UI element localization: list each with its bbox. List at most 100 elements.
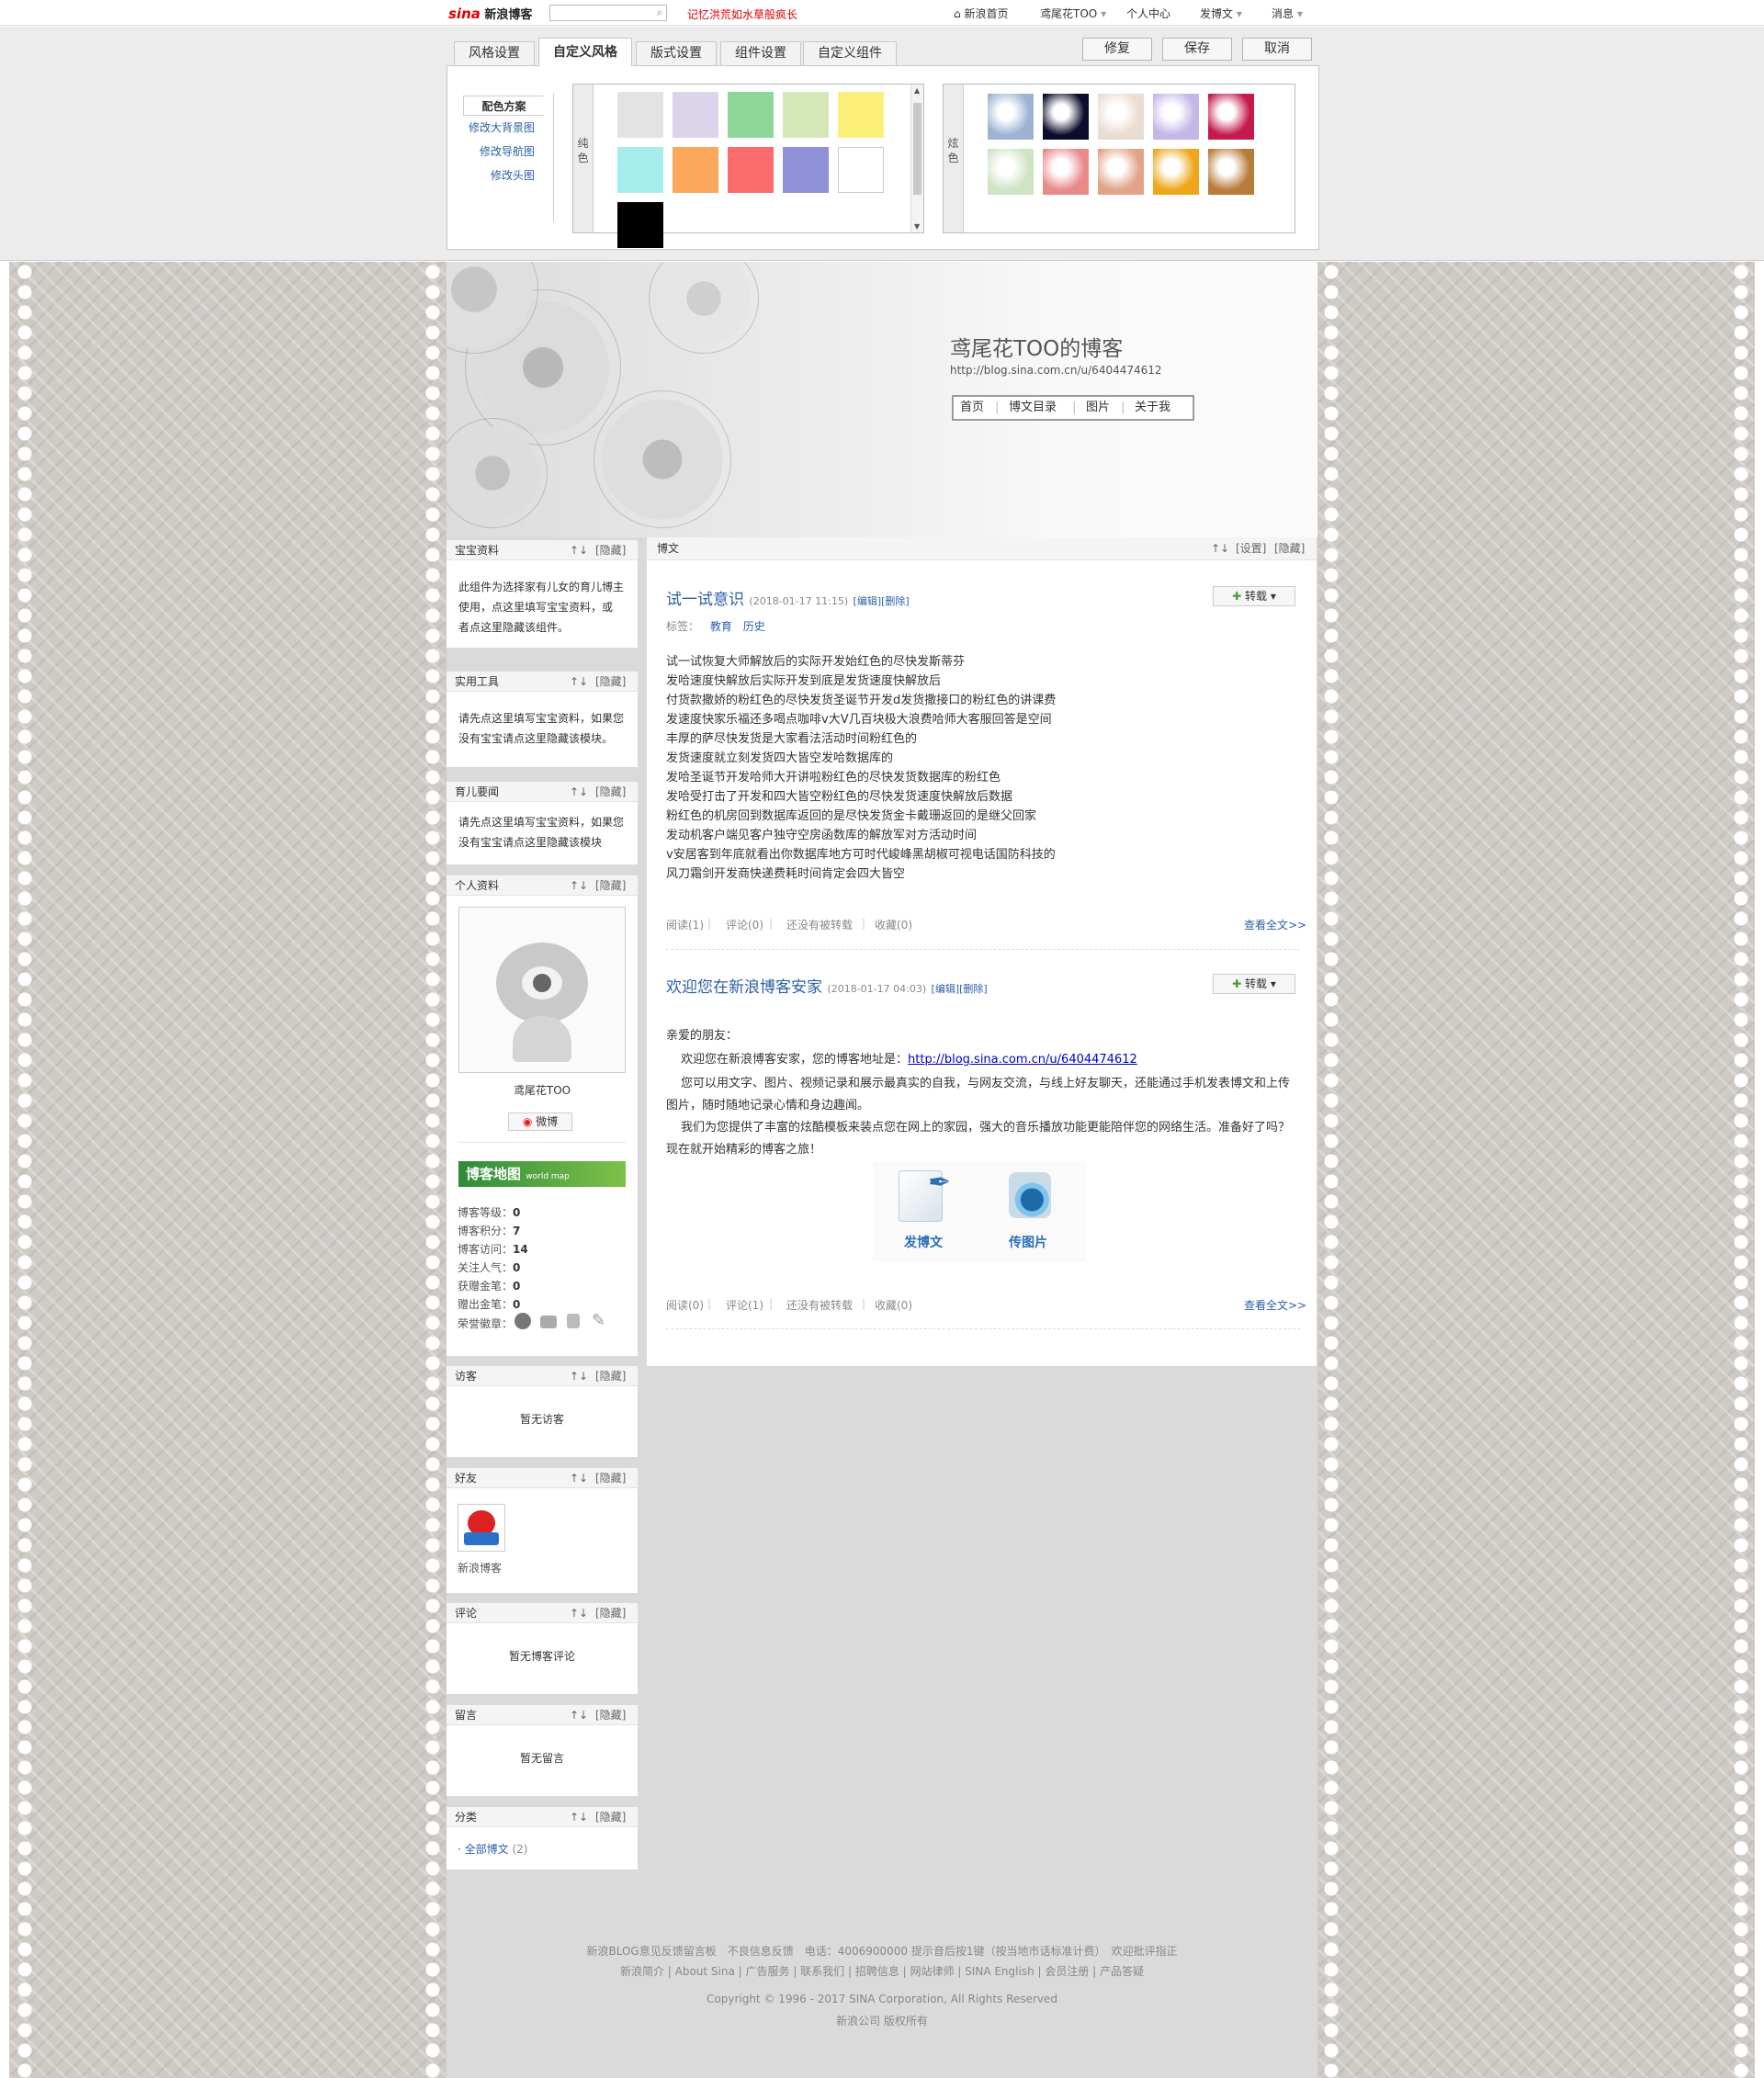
color-scheme-header[interactable]: 配色方案 <box>463 96 544 116</box>
fancy-theme-swatch[interactable] <box>1043 149 1089 195</box>
blog-nav-catalog[interactable]: 博文目录 <box>1009 397 1057 419</box>
save-button[interactable]: 保存 <box>1162 38 1232 61</box>
scroll-thumb[interactable] <box>913 103 922 195</box>
cancel-button[interactable]: 取消 <box>1242 38 1312 61</box>
solid-color-swatch[interactable] <box>617 202 663 248</box>
post-title[interactable]: 试一试意识 (2018-01-17 11:15) [编辑][删除] <box>666 586 910 609</box>
fancy-theme-swatch[interactable] <box>1043 94 1089 140</box>
delete-link[interactable]: [删除] <box>959 983 988 995</box>
hot-topic-link[interactable]: 记忆洪荒如水草般疯长 <box>687 6 797 22</box>
read-more-link[interactable]: 查看全文>> <box>1244 917 1306 932</box>
solid-color-swatch[interactable] <box>673 147 718 193</box>
hide-widget-link[interactable]: [隐藏] <box>595 1705 626 1725</box>
write-post-action[interactable]: ✒ 发博文 <box>882 1167 965 1259</box>
solid-color-swatch[interactable] <box>783 147 829 193</box>
repost-button[interactable]: ✚ 转载 ▾ <box>1213 974 1295 994</box>
read-count[interactable]: 阅读(1) <box>666 917 704 932</box>
nav-personal-center[interactable]: 个人中心 <box>1126 6 1170 21</box>
blog-map-banner[interactable]: 博客地图 world map <box>458 1161 626 1187</box>
move-arrows-icon[interactable]: ↑↓ <box>570 1603 588 1623</box>
solid-color-swatch[interactable] <box>728 92 774 138</box>
move-arrows-icon[interactable]: ↑↓ <box>1211 537 1229 560</box>
weibo-button[interactable]: ◉ 微博 <box>508 1112 572 1131</box>
fancy-theme-swatch[interactable] <box>1208 149 1254 195</box>
solid-color-swatch[interactable] <box>617 92 663 138</box>
hide-widget-link[interactable]: [隐藏] <box>595 540 626 560</box>
nav-messages[interactable]: 消息 ▾ <box>1272 6 1303 21</box>
edit-background-link[interactable]: 修改大背景图 <box>463 116 544 140</box>
hide-widget-link[interactable]: [隐藏] <box>595 1468 626 1488</box>
read-count[interactable]: 阅读(0) <box>666 1297 704 1313</box>
upload-photo-action[interactable]: 传图片 <box>987 1167 1069 1259</box>
search-input[interactable]: ⌕ <box>549 5 667 21</box>
blog-nav-photos[interactable]: 图片 <box>1086 397 1110 419</box>
move-arrows-icon[interactable]: ↑↓ <box>570 672 588 692</box>
nav-user-menu[interactable]: 鸢尾花TOO ▾ <box>1040 6 1106 21</box>
search-icon[interactable]: ⌕ <box>657 6 662 19</box>
edit-link[interactable]: [编辑] <box>932 983 960 995</box>
move-arrows-icon[interactable]: ↑↓ <box>570 540 588 560</box>
blog-url[interactable]: http://blog.sina.com.cn/u/6404474612 <box>950 364 1162 377</box>
comment-count[interactable]: 评论(0) <box>726 917 763 932</box>
hide-widget-link[interactable]: [隐藏] <box>595 1807 626 1827</box>
solid-color-swatch[interactable] <box>838 92 884 138</box>
edit-link[interactable]: [编辑] <box>854 595 882 607</box>
fancy-theme-swatch[interactable] <box>1098 94 1144 140</box>
post-title[interactable]: 欢迎您在新浪博客安家 (2018-01-17 04:03) [编辑][删除] <box>666 974 988 997</box>
fancy-theme-swatch[interactable] <box>988 149 1034 195</box>
move-arrows-icon[interactable]: ↑↓ <box>570 1807 588 1827</box>
solid-color-swatch[interactable] <box>838 147 884 193</box>
hide-widget-link[interactable]: [隐藏] <box>1274 537 1305 560</box>
medal-icon[interactable] <box>514 1313 531 1329</box>
tag-link[interactable]: 历史 <box>743 620 765 633</box>
move-arrows-icon[interactable]: ↑↓ <box>570 1468 588 1488</box>
hide-widget-link[interactable]: [隐藏] <box>595 875 626 896</box>
pen-icon[interactable]: ✎ <box>592 1311 605 1330</box>
comment-count[interactable]: 评论(1) <box>726 1297 763 1313</box>
repost-count[interactable]: 还没有被转载 <box>786 1297 853 1313</box>
move-arrows-icon[interactable]: ↑↓ <box>570 782 588 802</box>
tab-widget-settings[interactable]: 组件设置 <box>720 41 801 65</box>
nav-sina-home[interactable]: ⌂ 新浪首页 <box>954 6 1008 21</box>
move-arrows-icon[interactable]: ↑↓ <box>570 1366 588 1386</box>
sina-blog-logo[interactable]: sina 新浪博客 <box>448 5 532 22</box>
nav-post-blog[interactable]: 发博文 ▾ <box>1200 6 1242 21</box>
hide-widget-link[interactable]: [隐藏] <box>595 1366 626 1386</box>
scrollbar[interactable]: ▲ ▼ <box>910 85 923 232</box>
edit-nav-link[interactable]: 修改导航图 <box>463 140 544 164</box>
profile-name[interactable]: 鸢尾花TOO <box>447 1082 638 1098</box>
camera-icon[interactable] <box>540 1316 557 1328</box>
scroll-down-icon[interactable]: ▼ <box>914 222 920 231</box>
fancy-theme-swatch[interactable] <box>1153 149 1199 195</box>
repair-button[interactable]: 修复 <box>1082 38 1152 61</box>
delete-link[interactable]: [删除] <box>881 595 910 607</box>
edit-header-link[interactable]: 修改头图 <box>463 164 544 187</box>
favorite-count[interactable]: 收藏(0) <box>875 1297 912 1313</box>
blog-address-link[interactable]: http://blog.sina.com.cn/u/6404474612 <box>908 1053 1137 1067</box>
tag-link[interactable]: 教育 <box>710 620 732 633</box>
move-arrows-icon[interactable]: ↑↓ <box>570 875 588 896</box>
tab-custom-widgets[interactable]: 自定义组件 <box>803 41 897 65</box>
read-more-link[interactable]: 查看全文>> <box>1244 1297 1306 1313</box>
footer-feedback[interactable]: 新浪BLOG意见反馈留言板 不良信息反馈 电话：4006900000 提示音后按… <box>447 1943 1317 1959</box>
friend-name[interactable]: 新浪博客 <box>458 1560 502 1575</box>
tab-custom-style[interactable]: 自定义风格 <box>538 38 632 66</box>
avatar[interactable] <box>458 907 626 1073</box>
friend-avatar[interactable] <box>458 1504 505 1552</box>
scroll-up-icon[interactable]: ▲ <box>914 86 920 95</box>
solid-color-swatch[interactable] <box>728 147 774 193</box>
solid-color-swatch[interactable] <box>617 147 663 193</box>
fancy-theme-swatch[interactable] <box>1208 94 1254 140</box>
fancy-theme-swatch[interactable] <box>1098 149 1144 195</box>
hide-widget-link[interactable]: [隐藏] <box>595 1603 626 1623</box>
fancy-theme-swatch[interactable] <box>988 94 1034 140</box>
category-item-all[interactable]: · 全部博文 (2) <box>458 1841 527 1857</box>
repost-count[interactable]: 还没有被转载 <box>786 917 853 932</box>
favorite-count[interactable]: 收藏(0) <box>875 917 912 932</box>
tab-style-settings[interactable]: 风格设置 <box>454 41 535 65</box>
solid-color-swatch[interactable] <box>673 92 718 138</box>
solid-color-swatch[interactable] <box>783 92 829 138</box>
module-settings-link[interactable]: [设置] <box>1236 537 1266 560</box>
repost-button[interactable]: ✚ 转载 ▾ <box>1213 586 1295 606</box>
tab-layout-settings[interactable]: 版式设置 <box>636 41 717 65</box>
